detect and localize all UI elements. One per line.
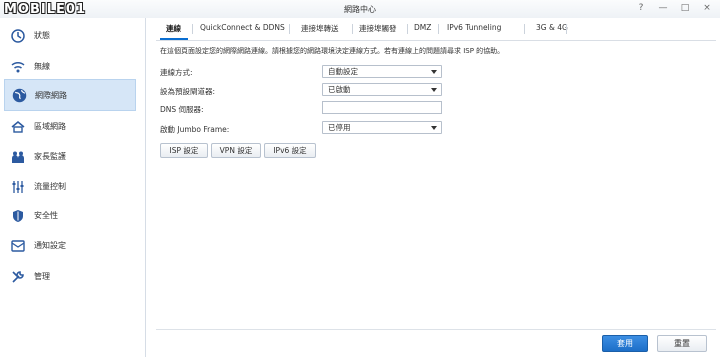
chevron-down-icon — [431, 88, 437, 92]
ipv6-settings-button[interactable]: IPv6 設定 — [264, 143, 316, 158]
sidebar-item-wireless[interactable]: 無線 — [4, 53, 134, 80]
window-controls: ? — □ × — [636, 3, 712, 13]
sidebar-item-internet[interactable]: 網際網路 — [4, 79, 136, 111]
help-icon[interactable]: ? — [636, 3, 646, 13]
window-title: 網路中心 — [344, 5, 376, 14]
default-gateway-label: 設為預設閘道器: — [160, 87, 216, 96]
chevron-down-icon — [431, 126, 437, 130]
tab-divider — [289, 24, 290, 34]
connection-type-label: 連線方式: — [160, 68, 193, 77]
jumbo-frame-label: 啟動 Jumbo Frame: — [160, 125, 230, 134]
maximize-icon[interactable]: □ — [680, 3, 690, 13]
tools-icon — [10, 269, 26, 285]
sidebar: 狀態 無線 網際網路 區域網路 家長監護 流量控制 安全性 通知設定 管理 — [0, 18, 146, 357]
wifi-icon — [10, 59, 26, 75]
sidebar-item-label: 通知設定 — [34, 241, 66, 250]
reset-button[interactable]: 重置 — [657, 335, 707, 352]
sidebar-item-lan[interactable]: 區域網路 — [4, 113, 134, 140]
notification-icon — [10, 238, 26, 254]
jumbo-frame-select[interactable]: 已停用 — [322, 121, 442, 134]
select-value: 已啟動 — [328, 85, 351, 94]
footer-divider — [156, 329, 716, 330]
tab-quickconnect-ddns[interactable]: QuickConnect & DDNS — [200, 23, 285, 32]
connection-type-select[interactable]: 自動設定 — [322, 65, 442, 78]
isp-settings-button[interactable]: ISP 設定 — [160, 143, 208, 158]
tab-divider — [524, 24, 525, 34]
apply-button[interactable]: 套用 — [602, 335, 648, 352]
sidebar-item-label: 流量控制 — [34, 182, 66, 191]
sidebar-item-traffic[interactable]: 流量控制 — [4, 173, 134, 200]
chevron-down-icon — [431, 70, 437, 74]
status-icon — [10, 28, 26, 44]
sidebar-item-label: 網際網路 — [35, 90, 67, 100]
sidebar-item-label: 區域網路 — [34, 122, 66, 131]
sidebar-item-label: 管理 — [34, 272, 50, 281]
active-tab-indicator — [160, 38, 188, 40]
tab-port-forwarding[interactable]: 連接埠轉送 — [301, 23, 339, 34]
close-icon[interactable]: × — [702, 3, 712, 13]
dns-server-label: DNS 伺服器: — [160, 105, 204, 114]
minimize-icon[interactable]: — — [658, 3, 668, 13]
sidebar-item-notification[interactable]: 通知設定 — [4, 232, 134, 259]
house-network-icon — [10, 119, 26, 135]
sidebar-item-label: 安全性 — [34, 211, 58, 220]
dns-server-input[interactable] — [322, 101, 442, 114]
select-value: 自動設定 — [328, 67, 358, 76]
tab-bar: 連線 QuickConnect & DDNS 連接埠轉送 連接埠觸發 DMZ I… — [156, 18, 716, 41]
sidebar-item-status[interactable]: 狀態 — [4, 22, 134, 49]
sidebar-item-parental[interactable]: 家長監護 — [4, 143, 134, 170]
tab-port-triggering[interactable]: 連接埠觸發 — [359, 23, 397, 34]
sidebar-item-admin[interactable]: 管理 — [4, 263, 134, 290]
shield-icon — [10, 208, 26, 224]
vpn-settings-button[interactable]: VPN 設定 — [211, 143, 261, 158]
tab-divider — [566, 24, 567, 34]
family-icon — [10, 149, 26, 165]
tab-ipv6-tunneling[interactable]: IPv6 Tunneling — [447, 23, 501, 32]
sliders-icon — [10, 179, 26, 195]
tab-connection[interactable]: 連線 — [166, 23, 181, 34]
tab-divider — [407, 24, 408, 34]
default-gateway-select[interactable]: 已啟動 — [322, 83, 442, 96]
globe-icon — [11, 87, 27, 103]
title-bar: MOBILE01 網路中心 ? — □ × — [0, 0, 720, 18]
sidebar-item-label: 狀態 — [34, 31, 50, 40]
tab-divider — [438, 24, 439, 34]
sidebar-item-label: 無線 — [34, 62, 50, 71]
tab-dmz[interactable]: DMZ — [414, 23, 431, 32]
tab-3g-4g[interactable]: 3G & 4G — [536, 23, 568, 32]
tab-divider — [192, 24, 193, 34]
sidebar-item-label: 家長監護 — [34, 152, 66, 161]
select-value: 已停用 — [328, 123, 351, 132]
page-description: 在這個頁面設定您的網際網路連線。請根據您的網路環境決定連線方式。若有連線上的問題… — [160, 47, 505, 55]
sidebar-item-security[interactable]: 安全性 — [4, 202, 134, 229]
tab-divider — [352, 24, 353, 34]
